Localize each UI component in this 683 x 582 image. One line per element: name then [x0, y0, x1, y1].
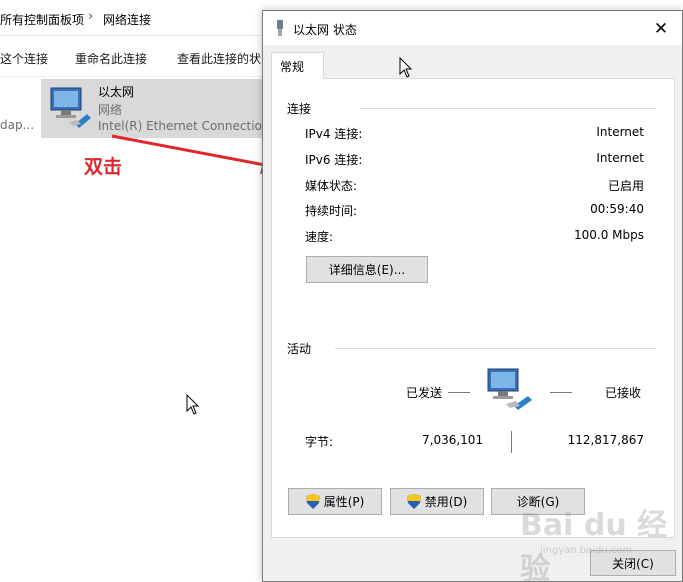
disable-connection-command[interactable]: 这个连接	[0, 50, 48, 67]
view-status-command[interactable]: 查看此连接的状	[177, 50, 261, 67]
uac-shield-icon	[406, 494, 421, 509]
watermark-url: jingyan.baidu.com	[540, 545, 633, 556]
connection-group-divider	[360, 108, 656, 109]
dialog-title: 以太网 状态	[293, 23, 357, 37]
dialog-titlebar[interactable]: 以太网 状态 ✕	[263, 11, 682, 45]
breadcrumb-network-connections[interactable]: 网络连接	[103, 11, 151, 28]
breadcrumb-separator: ›	[88, 9, 94, 24]
media-state-value: 已启用	[607, 179, 644, 193]
media-state-label: 媒体状态:	[305, 179, 358, 193]
ipv4-label: IPv4 连接:	[305, 127, 363, 141]
uac-shield-icon	[305, 494, 320, 509]
connection-group-label: 连接	[287, 100, 312, 117]
ipv6-value: Internet	[596, 151, 644, 165]
bytes-sent-value: 7,036,101	[422, 433, 484, 447]
breadcrumb-control-panel[interactable]: 所有控制面板项	[0, 11, 84, 28]
sent-line	[448, 392, 470, 393]
duration-value: 00:59:40	[590, 202, 644, 216]
network-adapter-icon	[50, 87, 91, 128]
watermark: Bai du 经验	[520, 508, 668, 582]
adapter-name: 以太网	[98, 85, 135, 99]
activity-group-label: 活动	[287, 340, 312, 357]
bytes-separator	[511, 431, 512, 453]
bytes-label: 字节:	[305, 435, 334, 449]
tab-general[interactable]: 常规	[271, 52, 324, 79]
ethernet-plug-icon	[277, 20, 283, 36]
properties-button-label: 属性(P)	[323, 495, 365, 509]
activity-group-divider	[335, 348, 656, 349]
partial-adapter-label: dap...	[0, 118, 35, 132]
received-line	[550, 392, 572, 393]
adapter-status: 网络	[98, 103, 123, 117]
speed-label: 速度:	[305, 230, 334, 244]
speed-value: 100.0 Mbps	[573, 228, 644, 242]
received-label: 已接收	[605, 386, 642, 400]
tab-general-label: 常规	[280, 60, 305, 74]
disable-button[interactable]: 禁用(D)	[390, 488, 484, 515]
properties-button[interactable]: 属性(P)	[288, 488, 382, 515]
ipv4-value: Internet	[596, 125, 644, 139]
details-button[interactable]: 详细信息(E)...	[306, 256, 428, 283]
duration-label: 持续时间:	[305, 204, 358, 218]
mouse-cursor-icon	[399, 57, 413, 78]
network-activity-icon	[487, 368, 532, 410]
general-tab-panel: 连接 IPv4 连接: Internet IPv6 连接: Internet 媒…	[271, 78, 675, 538]
close-icon[interactable]: ✕	[651, 19, 671, 39]
mouse-cursor-icon	[186, 394, 200, 415]
sent-label: 已发送	[406, 386, 443, 400]
disable-button-label: 禁用(D)	[424, 495, 468, 509]
rename-connection-command[interactable]: 重命名此连接	[75, 50, 147, 67]
bytes-received-value: 112,817,867	[567, 433, 644, 447]
ipv6-label: IPv6 连接:	[305, 153, 363, 167]
ethernet-status-dialog: 以太网 状态 ✕ 常规 连接 IPv4 连接: Internet IPv6 连接…	[262, 10, 683, 582]
